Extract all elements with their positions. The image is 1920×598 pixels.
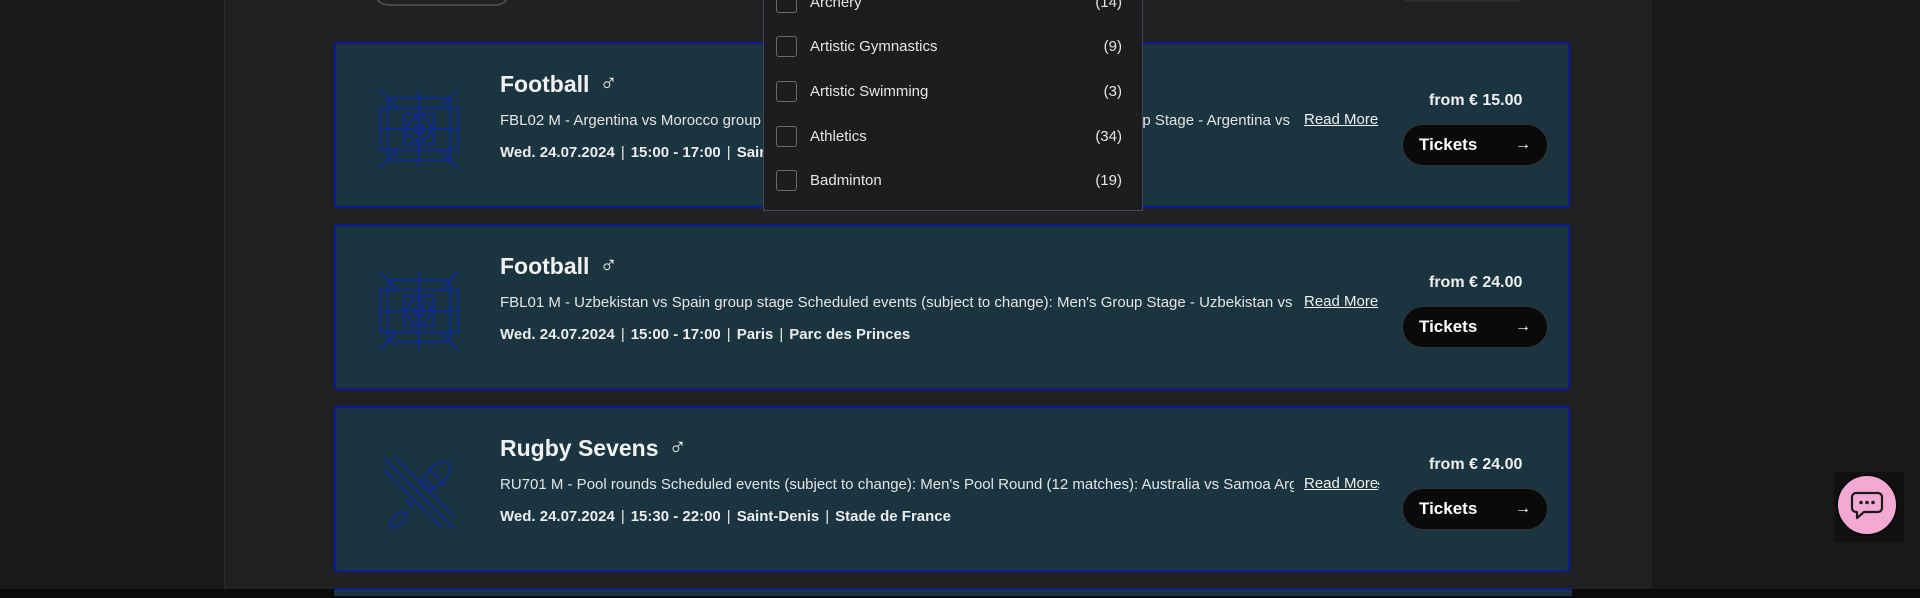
event-date: Wed. 24.07.2024 — [500, 508, 615, 525]
sort-button-partial[interactable] — [1398, 0, 1526, 2]
dropdown-option-artistic-gymnastics[interactable]: Artistic Gymnastics (9) — [776, 34, 1122, 58]
tickets-button[interactable]: Tickets → — [1402, 488, 1548, 530]
event-meta: Wed. 24.07.2024 | 15:30 - 22:00 | Saint-Deni… — [500, 508, 951, 525]
option-count: (9) — [1103, 37, 1122, 55]
event-date: Wed. 24.07.2024 — [500, 144, 615, 161]
sport-name: Rugby Sevens — [500, 434, 659, 461]
arrow-right-icon: → — [1515, 136, 1531, 153]
chat-button[interactable] — [1836, 474, 1898, 536]
sport-filter-dropdown[interactable]: Archery (14) Artistic Gymnastics (9) Art… — [763, 0, 1143, 211]
event-description-text: FBL01 M - Uzbekistan vs Spain group stag… — [500, 294, 1335, 311]
option-count: (19) — [1095, 171, 1122, 189]
rugby-pictogram-icon — [383, 457, 455, 529]
option-count: (34) — [1095, 127, 1122, 145]
male-icon: ♂ — [599, 70, 618, 97]
option-count: (3) — [1103, 82, 1122, 100]
read-more-link[interactable]: Read More — [1294, 111, 1379, 128]
event-title[interactable]: Football ♂ — [500, 252, 617, 280]
option-label: Athletics — [810, 127, 867, 145]
tickets-button[interactable]: Tickets → — [1402, 306, 1548, 348]
checkbox[interactable] — [776, 0, 797, 13]
option-label: Archery — [810, 0, 862, 11]
event-description: RU701 M - Pool rounds Scheduled events (… — [500, 476, 1380, 498]
event-title[interactable]: Rugby Sevens ♂ — [500, 434, 687, 462]
event-price: from € 15.00 — [1429, 92, 1523, 109]
checkbox[interactable] — [776, 35, 797, 57]
event-venue: Parc des Princes — [789, 326, 911, 343]
event-card-partial — [334, 588, 1572, 596]
event-time: 15:00 - 17:00 — [630, 144, 721, 161]
arrow-right-icon: → — [1515, 500, 1531, 517]
event-description: FBL01 M - Uzbekistan vs Spain group stag… — [500, 294, 1380, 316]
event-city: Paris — [736, 326, 774, 343]
checkbox[interactable] — [776, 80, 797, 102]
event-card: Football ♂ FBL01 M - Uzbekistan vs Spain… — [334, 224, 1570, 390]
event-description-text: RU701 M - Pool rounds Scheduled events (… — [500, 476, 1380, 493]
option-label: Badminton — [810, 171, 882, 189]
checkbox[interactable] — [776, 169, 797, 191]
event-city: Saint-Denis — [736, 508, 820, 525]
event-venue: Stade de France — [835, 508, 951, 525]
sport-name: Football — [500, 70, 590, 97]
event-card: Rugby Sevens ♂ RU701 M - Pool rounds Sch… — [334, 406, 1570, 572]
read-more-link[interactable]: Read More — [1294, 475, 1379, 492]
dropdown-option-archery[interactable]: Archery (14) — [776, 0, 1122, 14]
chat-bubble-icon — [1850, 491, 1884, 520]
dropdown-option-badminton[interactable]: Badminton (19) — [776, 168, 1122, 192]
event-price: from € 24.00 — [1429, 274, 1523, 291]
event-time: 15:00 - 17:00 — [630, 326, 721, 343]
football-pictogram-icon — [379, 89, 459, 169]
event-meta: Wed. 24.07.2024 | 15:00 - 17:00 | Paris | Parc… — [500, 326, 911, 343]
event-title[interactable]: Football ♂ — [500, 70, 617, 98]
left-margin — [0, 0, 224, 598]
checkbox[interactable] — [776, 125, 797, 147]
dropdown-option-athletics[interactable]: Athletics (34) — [776, 124, 1122, 148]
dropdown-option-artistic-swimming[interactable]: Artistic Swimming (3) — [776, 79, 1122, 103]
event-price: from € 24.00 — [1429, 456, 1523, 473]
male-icon: ♂ — [668, 434, 687, 461]
arrow-right-icon: → — [1515, 318, 1531, 335]
option-label: Artistic Gymnastics — [810, 37, 938, 55]
read-more-link[interactable]: Read More — [1294, 293, 1379, 310]
event-date: Wed. 24.07.2024 — [500, 326, 615, 343]
filter-button-partial[interactable] — [374, 0, 510, 6]
tickets-label: Tickets — [1419, 135, 1478, 154]
tickets-button[interactable]: Tickets → — [1402, 124, 1548, 166]
option-count: (14) — [1095, 0, 1122, 11]
option-label: Artistic Swimming — [810, 82, 929, 100]
football-pictogram-icon — [379, 271, 459, 351]
event-time: 15:30 - 22:00 — [630, 508, 721, 525]
sport-name: Football — [500, 252, 590, 279]
male-icon: ♂ — [599, 252, 618, 279]
tickets-label: Tickets — [1419, 499, 1478, 518]
tickets-label: Tickets — [1419, 317, 1478, 336]
